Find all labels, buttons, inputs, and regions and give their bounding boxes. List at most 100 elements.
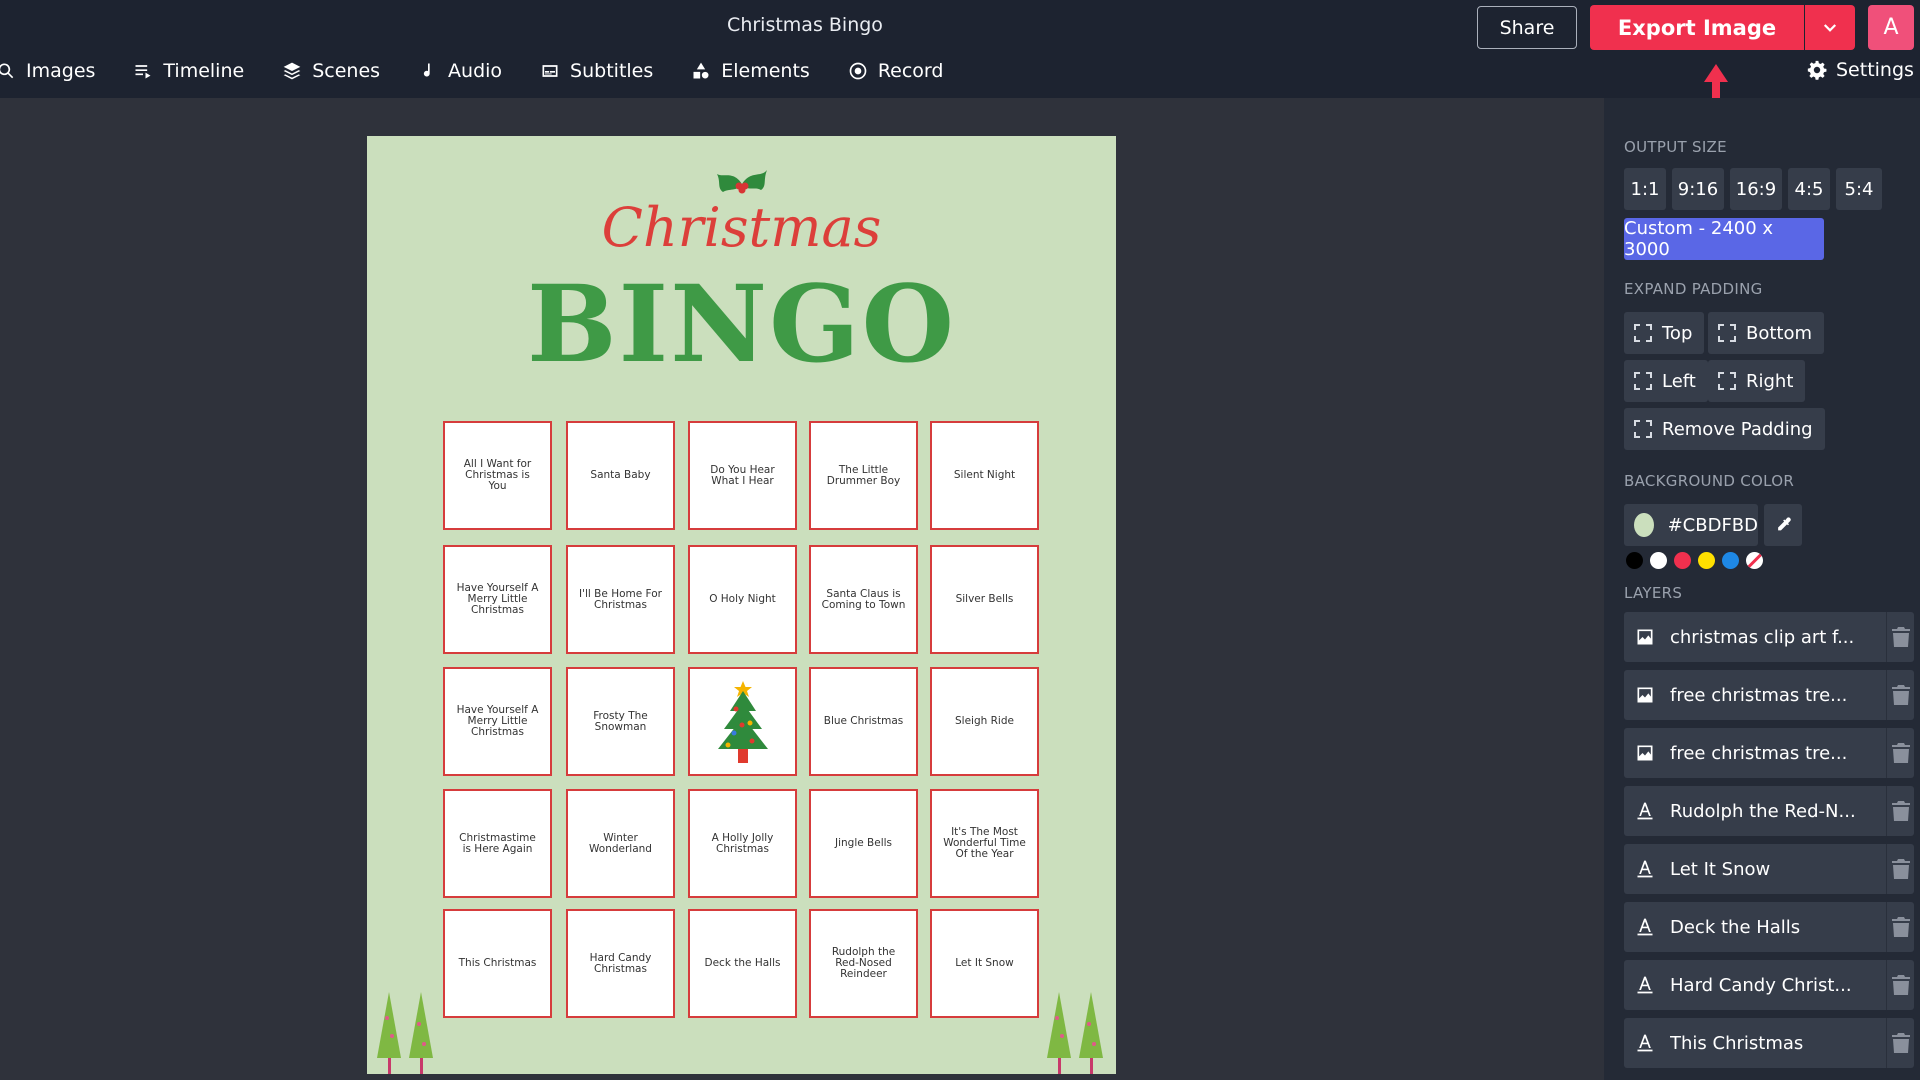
- preset-black[interactable]: [1626, 552, 1643, 569]
- pine-trees-left-icon[interactable]: [373, 988, 437, 1074]
- preset-transparent[interactable]: [1746, 552, 1763, 569]
- ratio-1-1-button[interactable]: 1:1: [1624, 168, 1666, 210]
- bingo-cell[interactable]: Have Yourself A Merry Little Christmas: [443, 545, 552, 654]
- bingo-cell[interactable]: I'll Be Home For Christmas: [566, 545, 675, 654]
- bingo-cell[interactable]: Jingle Bells: [809, 789, 918, 898]
- tab-label: Audio: [448, 60, 503, 82]
- tab-audio[interactable]: Audio: [418, 60, 502, 82]
- bingo-cell[interactable]: Blue Christmas: [809, 667, 918, 776]
- bingo-free-space[interactable]: [688, 667, 797, 776]
- bingo-cell[interactable]: Deck the Halls: [688, 909, 797, 1018]
- bingo-cell[interactable]: O Holy Night: [688, 545, 797, 654]
- preset-red[interactable]: [1674, 552, 1691, 569]
- preset-yellow[interactable]: [1698, 552, 1715, 569]
- bingo-cell[interactable]: All I Want for Christmas is You: [443, 421, 552, 530]
- custom-size-button[interactable]: Custom - 2400 x 3000: [1624, 218, 1824, 260]
- padding-top-button[interactable]: Top: [1624, 312, 1705, 354]
- bingo-cell[interactable]: Santa Baby: [566, 421, 675, 530]
- layer-item[interactable]: Deck the Halls: [1624, 902, 1914, 952]
- bingo-cell[interactable]: It's The Most Wonderful Time Of the Year: [930, 789, 1039, 898]
- eyedropper-icon: [1778, 517, 1791, 531]
- bingo-cell[interactable]: Rudolph the Red-Nosed Reindeer: [809, 909, 918, 1018]
- tab-label: Record: [877, 60, 944, 82]
- bingo-cell[interactable]: Christmastime is Here Again: [443, 789, 552, 898]
- layer-item[interactable]: free christmas tre...: [1624, 670, 1914, 720]
- ratio-5-4-button[interactable]: 5:4: [1836, 168, 1882, 210]
- ratio-4-5-button[interactable]: 4:5: [1788, 168, 1830, 210]
- delete-layer-button[interactable]: [1886, 1018, 1914, 1068]
- delete-layer-button[interactable]: [1886, 844, 1914, 894]
- background-color-picker[interactable]: #CBDFBD: [1624, 504, 1758, 546]
- delete-layer-button[interactable]: [1886, 728, 1914, 778]
- padding-bottom-button[interactable]: Bottom: [1708, 312, 1825, 354]
- bingo-cell[interactable]: Frosty The Snowman: [566, 667, 675, 776]
- background-hex-value: #CBDFBD: [1667, 514, 1758, 536]
- preset-white[interactable]: [1650, 552, 1667, 569]
- bingo-cell[interactable]: This Christmas: [443, 909, 552, 1018]
- delete-layer-button[interactable]: [1886, 670, 1914, 720]
- layer-item[interactable]: christmas clip art f...: [1624, 612, 1914, 662]
- bingo-cell[interactable]: Silver Bells: [930, 545, 1039, 654]
- settings-label: Settings: [1836, 59, 1914, 81]
- preset-blue[interactable]: [1722, 552, 1739, 569]
- bingo-cell[interactable]: Have Yourself A Merry Little Christmas: [443, 667, 552, 776]
- layer-item[interactable]: Hard Candy Christ...: [1624, 960, 1914, 1010]
- padding-right-button[interactable]: Right: [1708, 360, 1806, 402]
- bingo-cell[interactable]: Winter Wonderland: [566, 789, 675, 898]
- layer-item[interactable]: Let It Snow: [1624, 844, 1914, 894]
- tab-record[interactable]: Record: [848, 60, 944, 82]
- bingo-title[interactable]: BINGO: [367, 261, 1116, 386]
- bingo-cell[interactable]: A Holly Jolly Christmas: [688, 789, 797, 898]
- delete-layer-button[interactable]: [1886, 902, 1914, 952]
- bingo-cell[interactable]: Hard Candy Christmas: [566, 909, 675, 1018]
- padding-left-label: Left: [1662, 370, 1696, 392]
- padding-left-button[interactable]: Left: [1624, 360, 1708, 402]
- layer-item[interactable]: Rudolph the Red-N...: [1624, 786, 1914, 836]
- delete-layer-button[interactable]: [1886, 786, 1914, 836]
- script-title[interactable]: Christmas: [367, 196, 1116, 259]
- ratio-9-16-button[interactable]: 9:16: [1672, 168, 1724, 210]
- design-canvas[interactable]: Christmas BINGO All I Want for Christmas…: [367, 136, 1116, 1074]
- layer-name: christmas clip art f...: [1670, 626, 1855, 648]
- settings-button[interactable]: Settings: [1806, 59, 1914, 81]
- output-size-label: OUTPUT SIZE: [1624, 138, 1727, 156]
- bingo-cell[interactable]: The Little Drummer Boy: [809, 421, 918, 530]
- remove-padding-button[interactable]: Remove Padding: [1624, 408, 1825, 450]
- bingo-grid: All I Want for Christmas is You Santa Ba…: [443, 421, 1043, 1018]
- remove-padding-label: Remove Padding: [1662, 418, 1813, 440]
- eyedropper-button[interactable]: [1764, 504, 1802, 546]
- chevron-down-icon: [1823, 23, 1837, 32]
- holly-icon[interactable]: [715, 164, 769, 198]
- share-button[interactable]: Share: [1477, 6, 1577, 49]
- tab-timeline[interactable]: Timeline: [133, 60, 244, 82]
- ratio-16-9-button[interactable]: 16:9: [1730, 168, 1782, 210]
- layer-name: This Christmas: [1670, 1032, 1804, 1054]
- bingo-cell[interactable]: Santa Claus is Coming to Town: [809, 545, 918, 654]
- bingo-cell[interactable]: Sleigh Ride: [930, 667, 1039, 776]
- trash-icon: [1891, 859, 1910, 879]
- delete-layer-button[interactable]: [1886, 612, 1914, 662]
- layer-item[interactable]: free christmas tre...: [1624, 728, 1914, 778]
- export-options-dropdown[interactable]: [1805, 5, 1855, 50]
- delete-layer-button[interactable]: [1886, 960, 1914, 1010]
- layer-name: free christmas tre...: [1670, 684, 1848, 706]
- document-title[interactable]: Christmas Bingo: [0, 14, 1610, 36]
- bingo-cell[interactable]: Do You Hear What I Hear: [688, 421, 797, 530]
- trash-icon: [1891, 1033, 1910, 1053]
- music-note-icon: [423, 63, 430, 77]
- tab-images[interactable]: Images: [0, 60, 95, 82]
- trash-icon: [1891, 917, 1910, 937]
- bingo-cell[interactable]: Let It Snow: [930, 909, 1039, 1018]
- padding-bottom-label: Bottom: [1746, 322, 1813, 344]
- avatar[interactable]: A: [1868, 5, 1914, 50]
- tab-scenes[interactable]: Scenes: [282, 60, 380, 82]
- padding-icon: [1634, 420, 1652, 438]
- tab-subtitles[interactable]: Subtitles: [540, 60, 653, 82]
- pine-trees-right-icon[interactable]: [1043, 988, 1107, 1074]
- layer-item[interactable]: This Christmas: [1624, 1018, 1914, 1068]
- tab-elements[interactable]: Elements: [691, 60, 810, 82]
- text-icon: [1634, 1032, 1656, 1054]
- top-bar: Christmas Bingo Images Timeline Scenes A…: [0, 0, 1920, 98]
- export-image-button[interactable]: Export Image: [1590, 5, 1804, 50]
- bingo-cell[interactable]: Silent Night: [930, 421, 1039, 530]
